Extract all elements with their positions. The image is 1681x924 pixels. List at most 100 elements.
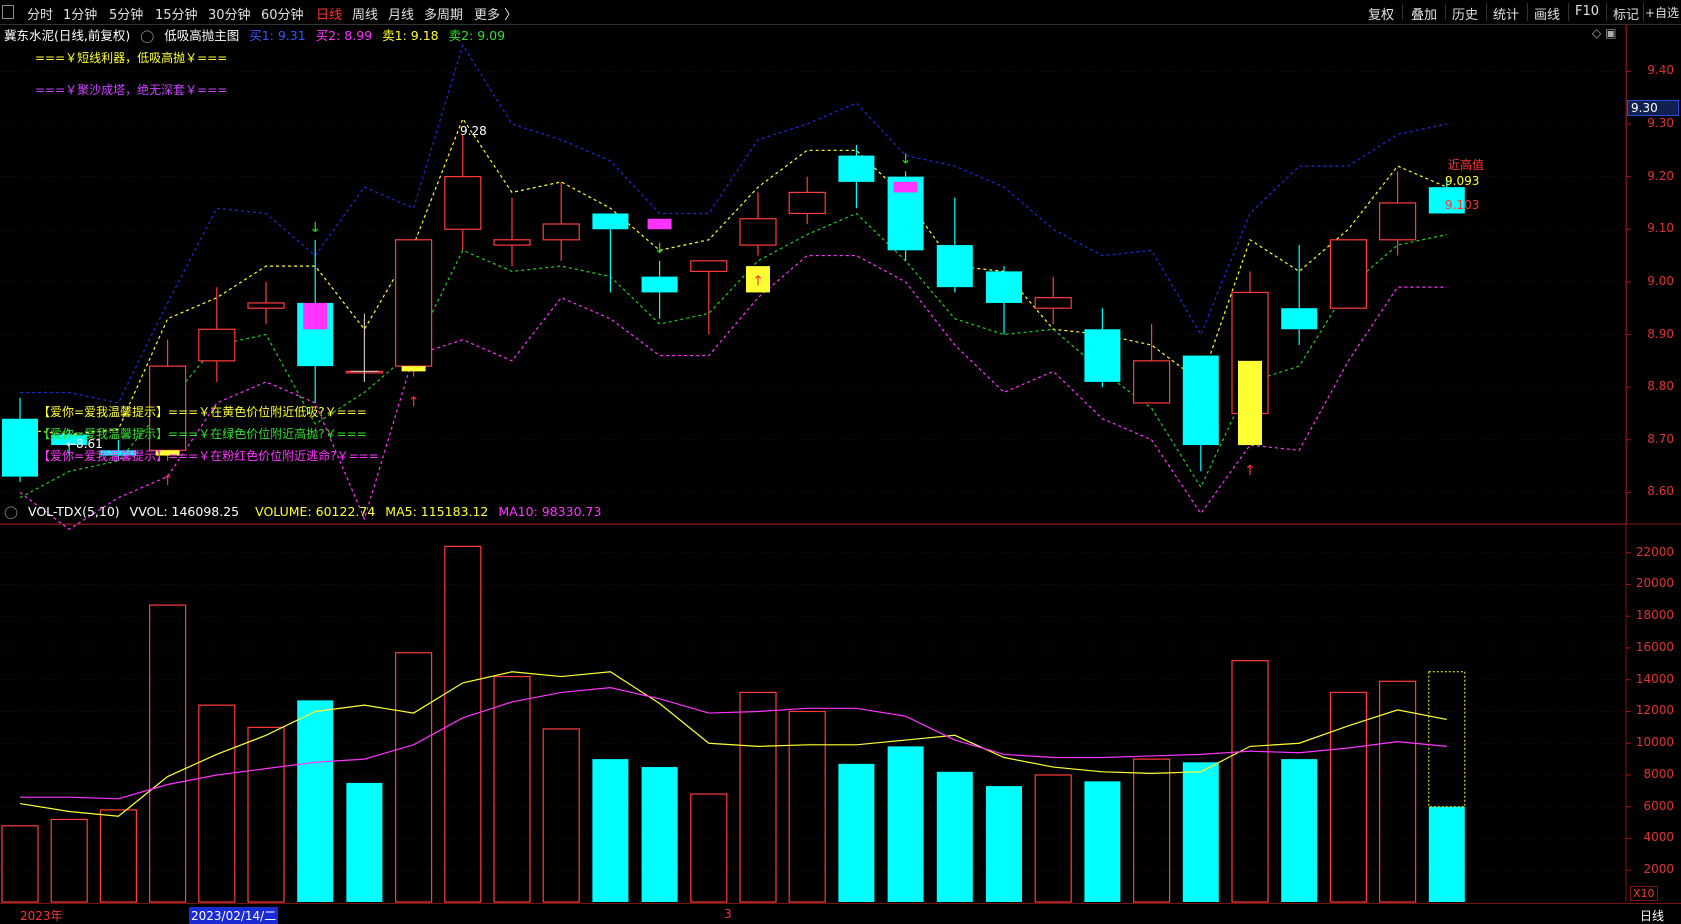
param-sell2: 卖2: 9.09 (448, 28, 506, 43)
ma10-value: MA10: 98330.73 (498, 504, 602, 519)
volume-bar (887, 746, 924, 902)
red-value-label: 9.103 (1445, 198, 1480, 212)
stock-title[interactable]: 冀东水泥(日线,前复权) (4, 28, 130, 43)
indicator-dropdown-icon[interactable]: ◯ (140, 28, 154, 43)
banner-accumulate: ===￥聚沙成塔，绝无深套￥=== (35, 83, 228, 97)
draw-button[interactable]: 画线 (1534, 4, 1560, 23)
volume-bar (444, 545, 482, 903)
volume-tick-label: 4000 (1643, 830, 1674, 845)
fuquan-button[interactable]: 复权 (1368, 4, 1394, 23)
price-tick-label: 9.40 (1647, 63, 1674, 78)
volume-tick-label: 20000 (1635, 576, 1674, 591)
near-high-label: 近高值 (1448, 158, 1485, 172)
period-tab-30min[interactable]: 30分钟 (208, 4, 251, 23)
volume-bar (1329, 691, 1368, 903)
vol-panel-header: ◯ VOL-TDX(5,10) VVOL: 146098.25 VOLUME: … (4, 504, 607, 519)
period-tab-more[interactable]: 更多 〉 (474, 4, 517, 23)
price-tick-label: 8.60 (1647, 484, 1674, 499)
volume-bar (99, 809, 138, 903)
vol-indicator-name[interactable]: VOL-TDX(5,10) (28, 504, 120, 519)
diamond-icon[interactable]: ◇ (1592, 26, 1601, 40)
volume-bar (1281, 759, 1318, 902)
volume-bar (641, 767, 678, 902)
period-tab-monthly[interactable]: 月线 (388, 4, 414, 23)
volume-bar (739, 691, 777, 903)
volume-bar (542, 728, 580, 903)
period-tab-15min[interactable]: 15分钟 (155, 4, 198, 23)
history-button[interactable]: 历史 (1452, 4, 1478, 23)
volume-bar (1182, 762, 1219, 902)
f10-button[interactable]: F10 (1575, 4, 1599, 19)
period-toolbar: 分时 1分钟 5分钟 15分钟 30分钟 60分钟 日线 周线 月线 多周期 更… (0, 0, 1681, 25)
add-watchlist-button[interactable]: +自选 (1645, 4, 1679, 21)
volume-bar (690, 793, 728, 903)
period-label: 日线 (1640, 909, 1665, 923)
period-tab-1min[interactable]: 1分钟 (63, 4, 97, 23)
yellow-value-label: 9.093 (1445, 174, 1480, 188)
volume-tick-label: 22000 (1635, 544, 1674, 559)
price-panel-header: 冀东水泥(日线,前复权) ◯ 低吸高抛主图 买1: 9.31 买2: 8.99 … (4, 25, 511, 44)
ma5-value: MA5: 115183.12 (385, 504, 489, 519)
price-tick-label: 8.90 (1647, 326, 1674, 341)
window-corner-icon (2, 5, 14, 19)
maximize-icon[interactable]: ▣ (1605, 26, 1616, 40)
volume-bar (1428, 806, 1465, 902)
volume-bar (1378, 680, 1417, 903)
date-axis: 2023年 2023/02/14/二 3 日线 (0, 903, 1681, 924)
price-tick-label: 8.70 (1647, 431, 1674, 446)
vol-dropdown-icon[interactable]: ◯ (4, 504, 18, 519)
cursor-date-label: 2023/02/14/二 (189, 907, 279, 924)
volume-tick-label: 16000 (1635, 639, 1674, 654)
volume-bar (198, 704, 236, 903)
volume-bar (838, 763, 875, 902)
price-tick-label: 8.80 (1647, 379, 1674, 394)
high-price-label: 9.28 (460, 124, 487, 138)
period-tab-fenshi[interactable]: 分时 (27, 4, 53, 23)
volume-ma-line (20, 687, 1447, 800)
toolbar-divider (1486, 3, 1487, 21)
tip-yellow: 【爱你=爱我温馨提示】===￥在黄色价位附近低吸?￥=== (38, 405, 367, 419)
toolbar-divider (1402, 3, 1403, 21)
last-price-tag: 9.30 (1627, 100, 1679, 116)
volume-bar (986, 786, 1022, 902)
volume-value: VOLUME: 60122.74 (255, 504, 376, 519)
volume-bar (592, 759, 629, 902)
price-tick-label: 9.10 (1647, 221, 1674, 236)
volume-bar (1231, 660, 1269, 903)
overlay-button[interactable]: 叠加 (1411, 4, 1437, 23)
volume-tick-label: 6000 (1643, 798, 1674, 813)
stats-button[interactable]: 统计 (1493, 4, 1519, 23)
volume-bar (149, 604, 187, 903)
volume-bar (247, 726, 285, 903)
period-tab-daily[interactable]: 日线 (316, 4, 342, 23)
volume-bar (1084, 781, 1121, 902)
banner-short-line: ===￥短线利器，低吸高抛￥=== (35, 51, 228, 65)
period-tab-60min[interactable]: 60分钟 (261, 4, 304, 23)
period-tab-multi[interactable]: 多周期 (424, 4, 463, 23)
toolbar-divider (1445, 3, 1446, 21)
year-label: 2023年 (20, 909, 63, 923)
indicator-name[interactable]: 低吸高抛主图 (164, 28, 239, 43)
panel-controls: ◇ ▣ (1592, 26, 1616, 40)
period-tab-5min[interactable]: 5分钟 (109, 4, 143, 23)
volume-bar (936, 771, 973, 902)
volume-tick-label: 14000 (1635, 671, 1674, 686)
toolbar-divider (1568, 3, 1569, 21)
low-price-label: ←8.61 (66, 437, 103, 451)
vol-unit-label: X10 (1630, 886, 1658, 901)
mark-button[interactable]: 标记 (1613, 4, 1639, 23)
toolbar-divider (1606, 3, 1607, 21)
volume-ma-line (19, 671, 1447, 817)
volume-bar (1, 825, 39, 903)
param-sell1: 卖1: 9.18 (382, 28, 439, 43)
param-buy2: 买2: 8.99 (315, 28, 373, 43)
volume-tick-label: 12000 (1635, 703, 1674, 718)
period-tab-weekly[interactable]: 周线 (352, 4, 378, 23)
volume-bar (346, 782, 383, 902)
toolbar-divider (1527, 3, 1528, 21)
volume-bar (1034, 774, 1072, 903)
volume-tick-label: 8000 (1643, 766, 1674, 781)
volume-tick-label: 10000 (1635, 735, 1674, 750)
price-tick-label: 9.20 (1647, 168, 1674, 183)
vvol-value: VVOL: 146098.25 (129, 504, 240, 519)
